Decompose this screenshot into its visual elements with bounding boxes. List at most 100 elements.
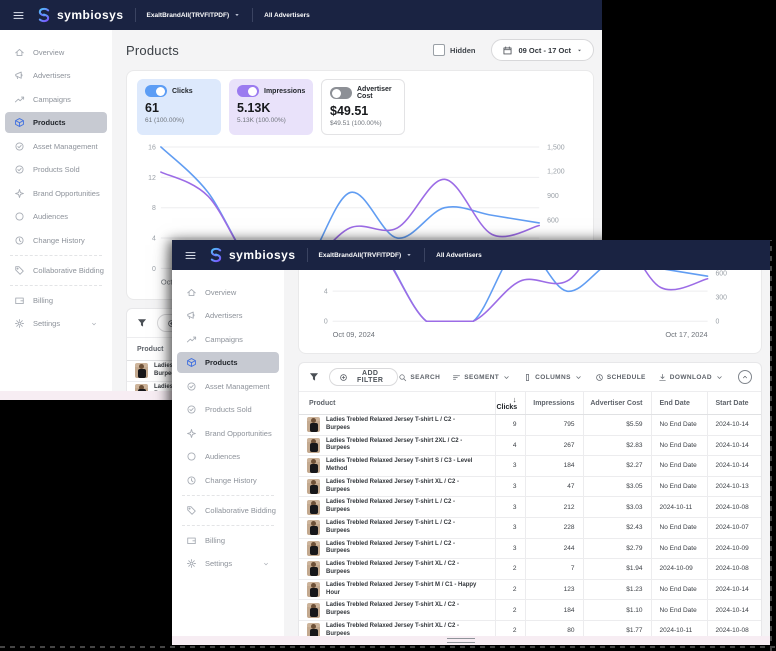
cell-end-date: 2024-10-09 <box>651 559 707 580</box>
account-name: ExaltBrandAll(TRVFITPDF) <box>147 12 230 19</box>
svg-text:1,200: 1,200 <box>547 169 565 176</box>
table-actions: SEARCH SEGMENT COLUMNS <box>398 370 752 384</box>
brand-name: symbiosys <box>57 8 124 22</box>
impressions-toggle[interactable] <box>237 85 259 97</box>
table-row[interactable]: Ladies Trebled Relaxed Jersey T-shirt L … <box>299 497 761 518</box>
sidebar-item-collaborative-bidding[interactable]: Collaborative Bidding <box>5 260 107 281</box>
table-row[interactable]: Ladies Trebled Relaxed Jersey T-shirt XL… <box>299 559 761 580</box>
menu-icon[interactable] <box>184 249 197 262</box>
column-header-clicks[interactable]: ↓ Clicks <box>495 392 525 415</box>
sidebar-item-products-sold[interactable]: Products Sold <box>177 399 279 420</box>
cell-start-date: 2024-10-07 <box>707 517 761 538</box>
column-header-product[interactable]: Product <box>299 392 495 415</box>
sidebar-item-advertisers[interactable]: Advertisers <box>177 305 279 326</box>
menu-icon[interactable] <box>12 9 25 22</box>
calendar-icon <box>502 45 513 56</box>
advertiser-cost-toggle[interactable] <box>330 87 352 99</box>
sidebar-item-products[interactable]: Products <box>177 352 279 373</box>
table-row[interactable]: Ladies Trebled Relaxed Jersey T-shirt S … <box>299 456 761 477</box>
column-header-start-date[interactable]: Start Date <box>707 392 761 415</box>
column-header-impressions[interactable]: Impressions <box>525 392 583 415</box>
cell-clicks: 3 <box>495 476 525 497</box>
filter-icon[interactable] <box>308 371 320 383</box>
sidebar-item-asset-management[interactable]: Asset Management <box>5 136 107 157</box>
sidebar-item-audiences[interactable]: Audiences <box>5 206 107 227</box>
metric-label: Advertiser Cost <box>357 86 396 100</box>
app-window-front: symbiosys ExaltBrandAll(TRVFITPDF) All A… <box>172 240 770 645</box>
sidebar-item-billing[interactable]: Billing <box>177 530 279 551</box>
sidebar-item-overview[interactable]: Overview <box>5 42 107 63</box>
sidebar-item-products[interactable]: Products <box>5 112 107 133</box>
cell-end-date: No End Date <box>651 415 707 436</box>
search-button[interactable]: SEARCH <box>398 373 440 382</box>
account-picker[interactable]: ExaltBrandAll(TRVFITPDF) <box>147 11 242 19</box>
table-row[interactable]: Ladies Trebled Relaxed Jersey T-shirt 2X… <box>299 435 761 456</box>
column-header-advertiser-cost[interactable]: Advertiser Cost <box>583 392 651 415</box>
sidebar-item-brand-opportunities[interactable]: Brand Opportunities <box>177 423 279 444</box>
sidebar-item-asset-management[interactable]: Asset Management <box>177 376 279 397</box>
cell-start-date: 2024-10-08 <box>707 497 761 518</box>
cell-impressions: 267 <box>525 435 583 456</box>
cell-impressions: 184 <box>525 600 583 621</box>
clicks-toggle[interactable] <box>145 85 167 97</box>
sidebar-item-billing[interactable]: Billing <box>5 290 107 311</box>
schedule-button[interactable]: SCHEDULE <box>595 373 646 382</box>
sidebar-item-campaigns[interactable]: Campaigns <box>177 329 279 350</box>
cell-end-date: No End Date <box>651 456 707 477</box>
sidebar-item-change-history[interactable]: Change History <box>177 470 279 491</box>
date-range-value: 09 Oct - 17 Oct <box>518 46 571 55</box>
segment-button[interactable]: SEGMENT <box>452 373 511 382</box>
sidebar-item-label: Settings <box>33 319 60 328</box>
sidebar-item-change-history[interactable]: Change History <box>5 230 107 251</box>
add-filter-button[interactable]: ADD FILTER <box>329 368 398 386</box>
table-row[interactable]: Ladies Trebled Relaxed Jersey T-shirt XL… <box>299 476 761 497</box>
cube-icon <box>186 357 197 368</box>
table-row[interactable]: Ladies Trebled Relaxed Jersey T-shirt L … <box>299 415 761 436</box>
scrollbar-thumb[interactable] <box>447 638 475 643</box>
top-nav-bar: symbiosys ExaltBrandAll(TRVFITPDF) All A… <box>172 240 770 270</box>
advertiser-scope[interactable]: All Advertisers <box>264 12 310 19</box>
collapse-table-button[interactable] <box>738 370 752 384</box>
svg-text:4: 4 <box>324 289 328 296</box>
table-row[interactable]: Ladies Trebled Relaxed Jersey T-shirt L … <box>299 517 761 538</box>
checkbox-icon[interactable] <box>433 44 445 56</box>
megaphone-icon <box>186 310 197 321</box>
download-button[interactable]: DOWNLOAD <box>658 373 724 382</box>
cell-impressions: 7 <box>525 559 583 580</box>
account-picker[interactable]: ExaltBrandAll(TRVFITPDF) <box>319 251 414 259</box>
sidebar-item-settings[interactable]: Settings <box>177 553 279 574</box>
sidebar-item-products-sold[interactable]: Products Sold <box>5 159 107 180</box>
table-header-row: Product ↓ Clicks Impressions Advertiser … <box>299 392 761 415</box>
horizontal-scrollbar[interactable] <box>172 636 770 645</box>
sidebar-item-label: Overview <box>205 288 236 297</box>
product-thumbnail <box>307 438 320 453</box>
table-row[interactable]: Ladies Trebled Relaxed Jersey T-shirt M … <box>299 579 761 600</box>
sidebar-item-campaigns[interactable]: Campaigns <box>5 89 107 110</box>
chevron-down-icon <box>715 373 724 382</box>
sidebar-item-overview[interactable]: Overview <box>177 282 279 303</box>
megaphone-icon <box>14 70 25 81</box>
sidebar-item-audiences[interactable]: Audiences <box>177 446 279 467</box>
sidebar-item-label: Brand Opportunities <box>205 429 272 438</box>
hidden-checkbox[interactable]: Hidden <box>433 44 475 56</box>
download-icon <box>658 373 667 382</box>
spark-icon <box>14 188 25 199</box>
advertiser-scope[interactable]: All Advertisers <box>436 252 482 259</box>
cell-clicks: 3 <box>495 456 525 477</box>
sidebar-item-collaborative-bidding[interactable]: Collaborative Bidding <box>177 500 279 521</box>
date-range-picker[interactable]: 09 Oct - 17 Oct <box>491 39 594 61</box>
sidebar-item-settings[interactable]: Settings <box>5 313 107 334</box>
app-body: Overview Advertisers CampaignsProducts Asse… <box>172 270 770 645</box>
column-header-end-date[interactable]: End Date <box>651 392 707 415</box>
table-row[interactable]: Ladies Trebled Relaxed Jersey T-shirt L … <box>299 538 761 559</box>
cell-start-date: 2024-10-08 <box>707 559 761 580</box>
sidebar-item-advertisers[interactable]: Advertisers <box>5 65 107 86</box>
product-name: Ladies Trebled Relaxed Jersey T-shirt L … <box>326 417 478 433</box>
search-icon <box>398 373 407 382</box>
sidebar-item-brand-opportunities[interactable]: Brand Opportunities <box>5 183 107 204</box>
table-row[interactable]: Ladies Trebled Relaxed Jersey T-shirt XL… <box>299 600 761 621</box>
sidebar: Overview Advertisers CampaignsProducts Asse… <box>172 270 284 645</box>
cell-cost: $3.05 <box>583 476 651 497</box>
filter-icon[interactable] <box>136 317 148 329</box>
columns-button[interactable]: COLUMNS <box>523 373 583 382</box>
